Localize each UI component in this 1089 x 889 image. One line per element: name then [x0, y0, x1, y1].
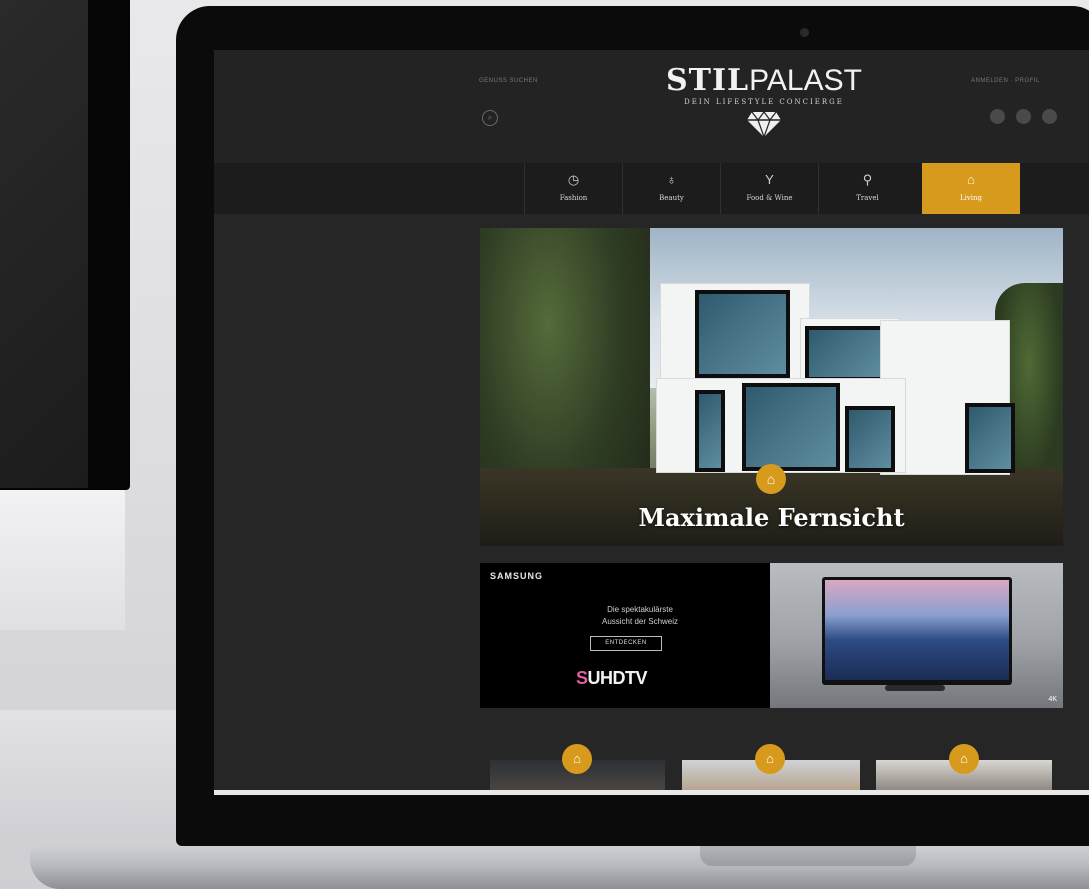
instagram-icon[interactable] — [1042, 109, 1057, 124]
tv-frame — [822, 577, 1012, 685]
tv-stand — [885, 685, 945, 691]
logo-tagline: DEIN LIFESTYLE CONCIERGE — [684, 98, 844, 106]
twitter-icon[interactable] — [1016, 109, 1031, 124]
background-monitor — [0, 0, 130, 490]
site-logo[interactable]: STILPALAST DEIN LIFESTYLE CONCIERGE — [644, 64, 884, 139]
nav-item-travel[interactable]: ⚲ Travel — [818, 163, 916, 214]
nav-item-label: Beauty — [659, 194, 684, 202]
nav-item-fashion[interactable]: ◷ Fashion — [524, 163, 622, 214]
background-shelf — [0, 710, 200, 840]
main-nav: ◷ Fashion ♁ Beauty Y Food & Wine ⚲ Trave… — [214, 163, 1089, 214]
nav-item-label: Food & Wine — [746, 194, 793, 202]
laptop-base-notch — [700, 846, 916, 866]
house-window — [695, 290, 790, 378]
hero-title[interactable]: Maximale Fernsicht — [480, 503, 1063, 532]
ad-corner-label: 4K — [1048, 696, 1057, 703]
uhdtv-logo-s: S — [576, 668, 588, 688]
house-window — [805, 326, 885, 381]
house-window — [695, 390, 725, 472]
webcam-icon — [800, 28, 809, 37]
facebook-icon[interactable] — [990, 109, 1005, 124]
nav-item-food-wine[interactable]: Y Food & Wine — [720, 163, 818, 214]
ad-cta-button[interactable]: ENTDECKEN — [590, 636, 662, 651]
cocktail-icon: Y — [765, 172, 774, 187]
diamond-icon — [746, 110, 782, 139]
nav-item-living[interactable]: ⌂ Living — [922, 163, 1020, 214]
house-window — [965, 403, 1015, 473]
nav-item-label: Travel — [856, 194, 879, 202]
site-header: GENUSS SUCHEN ⌕ STILPALAST DEIN LIFESTYL… — [214, 50, 1089, 163]
screen-bottom-edge — [214, 790, 1089, 795]
logo-thin-part: PALAST — [749, 64, 862, 97]
laptop-screen: GENUSS SUCHEN ⌕ STILPALAST DEIN LIFESTYL… — [214, 50, 1089, 795]
house-window — [845, 406, 895, 472]
home-icon: ⌂ — [967, 172, 975, 187]
laptop-base — [30, 846, 1089, 889]
uhdtv-logo: SUHDTV — [576, 668, 648, 689]
background-monitor-screen — [0, 0, 88, 488]
header-search-link[interactable]: GENUSS SUCHEN — [479, 78, 538, 84]
home-icon: ⌂ — [756, 464, 786, 494]
nav-item-label: Living — [959, 194, 983, 202]
background-monitor-stand — [0, 490, 125, 630]
nav-item-beauty[interactable]: ♁ Beauty — [622, 163, 720, 214]
search-icon[interactable]: ⌕ — [482, 110, 498, 126]
logo-bold-part: STIL — [666, 63, 750, 98]
logo-wordmark: STILPALAST — [644, 64, 884, 98]
tv-screen — [825, 580, 1009, 680]
ad-headline-line1: Die spektakulärste — [607, 605, 673, 614]
hero-article[interactable]: ⌂ Maximale Fernsicht — [480, 228, 1063, 546]
house-window — [742, 383, 840, 471]
nav-item-label: Fashion — [559, 194, 588, 202]
home-icon: ⌂ — [949, 744, 979, 774]
pin-icon: ⚲ — [862, 172, 873, 187]
samsung-ad-banner[interactable]: SAMSUNG Die spektakulärste Aussicht der … — [480, 563, 1063, 708]
clock-icon: ◷ — [567, 172, 580, 187]
home-icon: ⌂ — [755, 744, 785, 774]
ad-headline-line2: Aussicht der Schweiz — [601, 617, 679, 626]
home-icon: ⌂ — [562, 744, 592, 774]
bottle-icon: ♁ — [666, 172, 677, 187]
header-account-links[interactable]: ANMELDEN · PROFIL — [971, 78, 1040, 84]
uhdtv-logo-text: UHDTV — [587, 668, 648, 688]
ad-photo: 4K — [770, 563, 1063, 708]
ad-brand: SAMSUNG — [490, 571, 544, 581]
